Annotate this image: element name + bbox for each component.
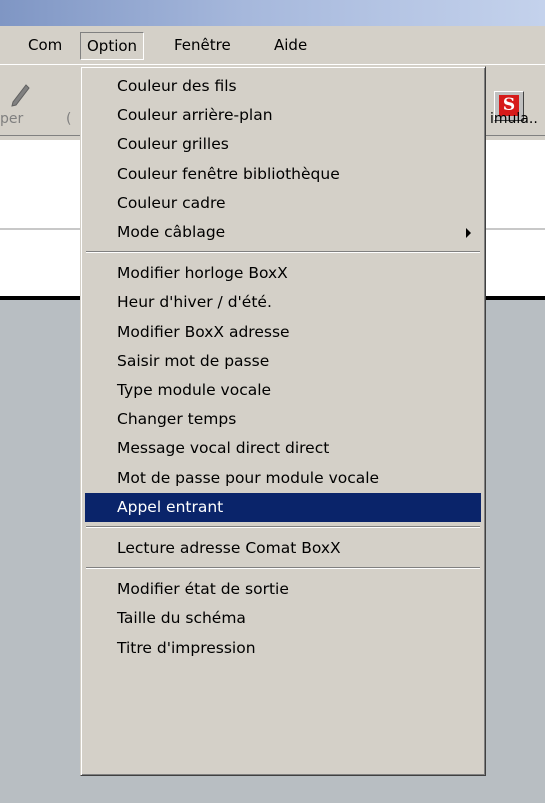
menu-aide[interactable]: Aide bbox=[268, 32, 313, 60]
toolbar-label-left: per bbox=[0, 111, 24, 127]
menu-item-couleur-cadre[interactable]: Couleur cadre bbox=[85, 189, 481, 218]
menu-fenetre[interactable]: Fenêtre bbox=[168, 32, 237, 60]
menu-item-type-module-vocale[interactable]: Type module vocale bbox=[85, 376, 481, 405]
menu-item-saisir-mot-de-passe[interactable]: Saisir mot de passe bbox=[85, 347, 481, 376]
menu-item-appel-entrant[interactable]: Appel entrant bbox=[85, 492, 481, 522]
menu-item-couleur-grilles[interactable]: Couleur grilles bbox=[85, 130, 481, 159]
menu-item-couleur-fenetre-bibliotheque[interactable]: Couleur fenêtre bibliothèque bbox=[85, 160, 481, 189]
toolbar-label-left2: ( bbox=[66, 111, 72, 127]
menu-separator bbox=[86, 251, 480, 254]
menu-option[interactable]: Option bbox=[80, 32, 145, 60]
option-dropdown-menu: Couleur des fils Couleur arrière-plan Coul… bbox=[80, 66, 486, 776]
pencil-icon[interactable] bbox=[8, 83, 30, 113]
simulation-label: imula.. bbox=[490, 111, 538, 127]
menu-com[interactable]: Com bbox=[22, 32, 68, 60]
menu-item-heur-d-hiver-d-ete[interactable]: Heur d'hiver / d'été. bbox=[85, 288, 481, 317]
menu-item-modifier-boxx-adresse[interactable]: Modifier BoxX adresse bbox=[85, 318, 481, 347]
menu-item-modifier-horloge-boxx[interactable]: Modifier horloge BoxX bbox=[85, 259, 481, 288]
menu-separator bbox=[86, 526, 480, 528]
submenu-arrow-icon bbox=[466, 228, 471, 238]
title-bar bbox=[0, 0, 545, 26]
menu-item-changer-temps[interactable]: Changer temps bbox=[85, 405, 481, 434]
menu-item-lecture-adresse-comat-boxx[interactable]: Lecture adresse Comat BoxX bbox=[85, 534, 481, 563]
menu-item-taille-du-schema[interactable]: Taille du schéma bbox=[85, 604, 481, 633]
menu-separator bbox=[86, 567, 480, 570]
menu-bar: Com Option Fenêtre Aide bbox=[0, 26, 545, 64]
menu-item-modifier-etat-de-sortie[interactable]: Modifier état de sortie bbox=[85, 575, 481, 604]
menu-item-couleur-des-fils[interactable]: Couleur des fils bbox=[85, 72, 481, 101]
menu-item-couleur-arriere-plan[interactable]: Couleur arrière-plan bbox=[85, 101, 481, 130]
menu-item-mode-cablage[interactable]: Mode câblage bbox=[85, 218, 481, 247]
menu-item-message-vocal-direct-direct[interactable]: Message vocal direct direct bbox=[85, 434, 481, 463]
menu-item-titre-d-impression[interactable]: Titre d'impression bbox=[85, 634, 481, 663]
menu-item-mot-de-passe-pour-module-vocale[interactable]: Mot de passe pour module vocale bbox=[85, 464, 481, 493]
